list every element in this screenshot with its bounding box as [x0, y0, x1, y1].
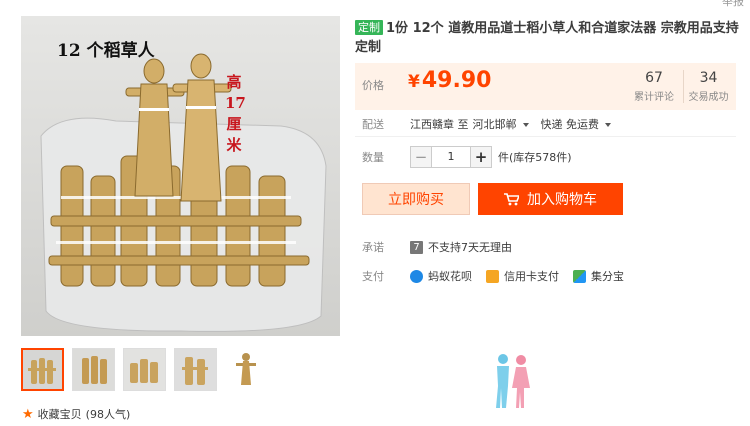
- star-icon: ★: [22, 406, 34, 422]
- price-panel: 价格 ¥49.90 67 累计评论 34 交易成功: [355, 63, 736, 110]
- chevron-down-icon: [605, 122, 611, 127]
- main-product-image[interactable]: 12 个稻草人 高17厘米: [21, 16, 340, 336]
- ship-to-selector[interactable]: 河北邯郸: [473, 116, 537, 132]
- payment-huabei[interactable]: 蚂蚁花呗: [410, 268, 472, 284]
- credit-card-icon: [486, 269, 499, 283]
- thumbnail-3[interactable]: [123, 348, 166, 391]
- divider: [355, 136, 736, 137]
- payment-huabei-label: 蚂蚁花呗: [428, 270, 472, 283]
- chevron-down-icon: [522, 122, 529, 127]
- price-value: ¥49.90: [408, 68, 491, 93]
- add-to-cart-label: 加入购物车: [527, 192, 597, 208]
- thumbnail-strip: [21, 348, 268, 391]
- report-link[interactable]: 举报: [722, 0, 744, 9]
- review-stat[interactable]: 67 累计评论: [633, 70, 675, 103]
- quantity-label: 数量: [362, 151, 384, 164]
- sales-count: 34: [699, 70, 718, 86]
- image-caption-height: 高17厘米: [225, 73, 246, 154]
- review-label: 累计评论: [634, 92, 674, 103]
- currency-symbol: ¥: [408, 72, 420, 92]
- quantity-increase-button[interactable]: +: [470, 146, 492, 168]
- add-to-cart-button[interactable]: 加入购物车: [478, 183, 623, 215]
- payment-credit-card[interactable]: 信用卡支付: [486, 268, 559, 284]
- huabei-icon: [410, 269, 423, 283]
- payment-jifenbao[interactable]: 集分宝: [573, 268, 624, 284]
- quantity-row: 数量 − 1 + 件(库存578件): [362, 146, 572, 168]
- promise-text: 不支持7天无理由: [428, 241, 512, 254]
- payment-credit-card-label: 信用卡支付: [504, 270, 559, 283]
- sales-label: 交易成功: [688, 92, 729, 103]
- thumbnail-5[interactable]: [225, 348, 268, 391]
- price-amount: 49.90: [421, 68, 492, 93]
- no-return-icon: 7: [410, 240, 423, 254]
- shipping-row: 配送 江西赣章 至 河北邯郸 快递 免运费: [362, 116, 623, 132]
- price-label: 价格: [362, 79, 384, 92]
- quantity-stock: 件(库存578件): [498, 151, 572, 164]
- image-caption-count: 12 个稻草人: [57, 41, 155, 61]
- quantity-stepper: − 1 +: [410, 146, 492, 168]
- ship-method-selector[interactable]: 快递 免运费: [541, 116, 620, 132]
- ship-from: 江西赣章 至: [410, 118, 469, 131]
- payment-jifenbao-label: 集分宝: [591, 270, 624, 283]
- product-title: 定制 1份 12个 道教用品道士稻小草人和合道家法器 宗教用品支持定制: [355, 19, 740, 57]
- payment-label: 支付: [362, 270, 384, 283]
- product-title-text: 1份 12个 道教用品道士稻小草人和合道家法器 宗教用品支持定制: [355, 21, 739, 55]
- quantity-decrease-button[interactable]: −: [410, 146, 432, 168]
- thumbnail-2[interactable]: [72, 348, 115, 391]
- favorite-label: 收藏宝贝: [37, 408, 82, 421]
- payment-row: 支付 蚂蚁花呗 信用卡支付 集分宝: [362, 268, 638, 284]
- ship-to: 河北邯郸: [472, 118, 517, 131]
- shipping-label: 配送: [362, 118, 384, 131]
- quantity-input[interactable]: 1: [432, 146, 470, 168]
- favorite-count: (98人气): [85, 408, 131, 421]
- jifenbao-icon: [573, 269, 586, 283]
- people-illustration: [496, 354, 530, 408]
- sales-stat: 34 交易成功: [683, 70, 733, 103]
- promise-row: 承诺 7 不支持7天无理由: [362, 239, 512, 255]
- review-count: 67: [645, 70, 663, 86]
- buy-now-button[interactable]: 立即购买: [362, 183, 470, 215]
- custom-tag: 定制: [355, 20, 383, 35]
- ship-method: 快递 免运费: [540, 118, 600, 131]
- thumbnail-4[interactable]: [174, 348, 217, 391]
- straw-dolls-illustration: [21, 16, 340, 336]
- thumbnail-1[interactable]: [21, 348, 64, 391]
- promise-label: 承诺: [362, 241, 384, 254]
- favorite-button[interactable]: ★ 收藏宝贝 (98人气): [22, 406, 130, 422]
- cart-icon: [504, 192, 519, 205]
